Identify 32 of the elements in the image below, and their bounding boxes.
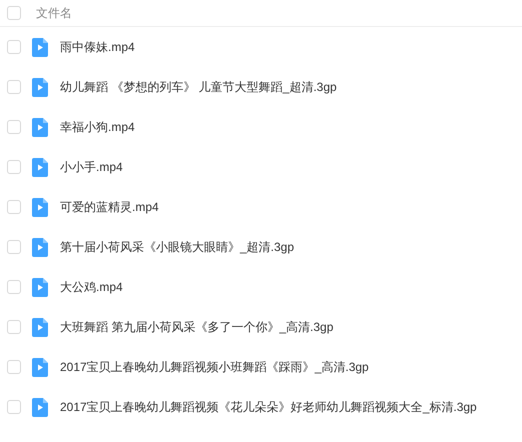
checkbox[interactable] bbox=[7, 280, 21, 294]
video-file-icon bbox=[32, 238, 48, 256]
file-name[interactable]: 幼儿舞蹈 《梦想的列车》 儿童节大型舞蹈_超清.3gp bbox=[60, 78, 337, 96]
file-name[interactable]: 2017宝贝上春晚幼儿舞蹈视频《花儿朵朵》好老师幼儿舞蹈视频大全_标清.3gp bbox=[60, 398, 477, 416]
video-file-icon bbox=[32, 398, 48, 416]
file-name[interactable]: 幸福小狗.mp4 bbox=[60, 118, 135, 136]
video-file-icon bbox=[32, 198, 48, 216]
column-header[interactable]: 文件名 bbox=[36, 4, 72, 22]
video-file-icon bbox=[32, 318, 48, 336]
file-name[interactable]: 大班舞蹈 第九届小荷风采《多了一个你》_高清.3gp bbox=[60, 318, 334, 336]
video-file-icon bbox=[32, 78, 48, 96]
checkbox[interactable] bbox=[7, 160, 21, 174]
checkbox[interactable] bbox=[7, 120, 21, 134]
file-name[interactable]: 小小手.mp4 bbox=[60, 158, 123, 176]
checkbox[interactable] bbox=[7, 40, 21, 54]
file-name[interactable]: 第十届小荷风采《小眼镜大眼睛》_超清.3gp bbox=[60, 238, 294, 256]
checkbox[interactable] bbox=[7, 200, 21, 214]
checkbox[interactable] bbox=[7, 320, 21, 334]
video-file-icon bbox=[32, 158, 48, 176]
checkbox[interactable] bbox=[7, 6, 21, 20]
video-file-icon bbox=[32, 278, 48, 296]
checkbox[interactable] bbox=[7, 400, 21, 414]
file-name[interactable]: 雨中傣妹.mp4 bbox=[60, 38, 135, 56]
video-file-icon bbox=[32, 358, 48, 376]
video-file-icon bbox=[32, 38, 48, 56]
checkbox[interactable] bbox=[7, 240, 21, 254]
checkbox[interactable] bbox=[7, 80, 21, 94]
video-file-icon bbox=[32, 118, 48, 136]
file-name[interactable]: 可爱的蓝精灵.mp4 bbox=[60, 198, 159, 216]
file-name[interactable]: 2017宝贝上春晚幼儿舞蹈视频小班舞蹈《踩雨》_高清.3gp bbox=[60, 358, 369, 376]
checkbox[interactable] bbox=[7, 360, 21, 374]
file-name[interactable]: 大公鸡.mp4 bbox=[60, 278, 123, 296]
